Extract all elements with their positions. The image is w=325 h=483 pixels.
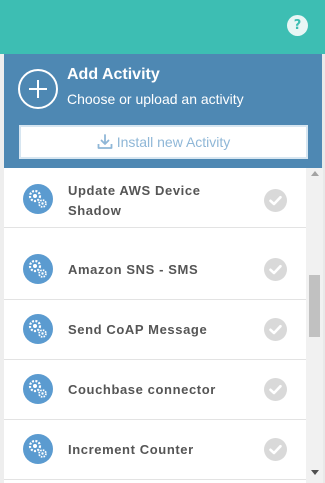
activity-item[interactable]: Update AWS Device Shadow bbox=[4, 168, 306, 228]
gears-icon bbox=[23, 314, 53, 344]
activity-item[interactable]: Increment Counter bbox=[4, 420, 306, 480]
activity-item[interactable]: Couchbase connector bbox=[4, 360, 306, 420]
activity-label: Couchbase connector bbox=[68, 382, 216, 397]
check-icon bbox=[264, 258, 287, 281]
check-icon bbox=[264, 189, 287, 212]
gears-icon bbox=[23, 254, 53, 284]
list-scrollbar[interactable] bbox=[306, 168, 323, 483]
activity-label: Amazon SNS - SMS bbox=[68, 262, 199, 277]
plus-circle-icon[interactable] bbox=[18, 69, 58, 109]
add-activity-title: Add Activity bbox=[67, 66, 160, 83]
activity-item[interactable]: Send CoAP Message bbox=[4, 300, 306, 360]
scroll-thumb[interactable] bbox=[309, 275, 320, 337]
top-bar: ? bbox=[0, 0, 325, 54]
check-icon bbox=[264, 438, 287, 461]
activity-label: Increment Counter bbox=[68, 442, 194, 457]
gears-icon bbox=[23, 434, 53, 464]
check-icon bbox=[264, 318, 287, 341]
activity-label: Update AWS Device Shadow bbox=[68, 183, 201, 218]
activity-list: Update AWS Device Shadow Amazon SNS - SM… bbox=[4, 168, 306, 483]
activity-item[interactable]: Amazon SNS - SMS bbox=[4, 240, 306, 300]
check-icon bbox=[264, 378, 287, 401]
install-activity-button[interactable]: Install new Activity bbox=[19, 125, 308, 159]
gears-icon bbox=[23, 184, 53, 214]
help-button[interactable]: ? bbox=[287, 15, 308, 36]
download-icon bbox=[97, 134, 113, 150]
install-activity-label: Install new Activity bbox=[116, 134, 231, 150]
scroll-up-arrow-icon[interactable] bbox=[311, 171, 319, 176]
activity-label: Send CoAP Message bbox=[68, 322, 208, 337]
gears-icon bbox=[23, 374, 53, 404]
add-activity-header: Add Activity Choose or upload an activit… bbox=[4, 54, 322, 168]
add-activity-subtitle: Choose or upload an activity bbox=[67, 91, 244, 107]
scroll-down-arrow-icon[interactable] bbox=[311, 470, 319, 475]
